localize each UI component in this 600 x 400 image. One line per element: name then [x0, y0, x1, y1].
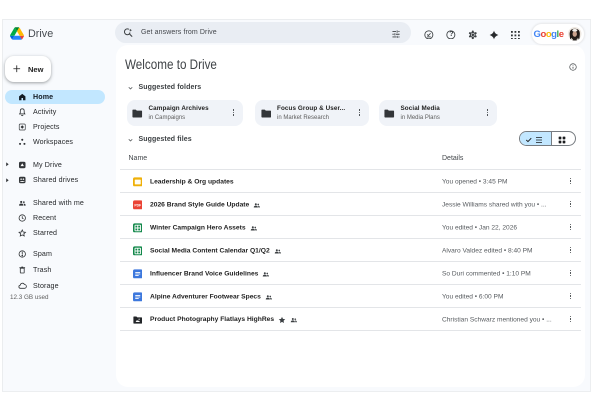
svg-text:PDF: PDF: [134, 203, 141, 207]
